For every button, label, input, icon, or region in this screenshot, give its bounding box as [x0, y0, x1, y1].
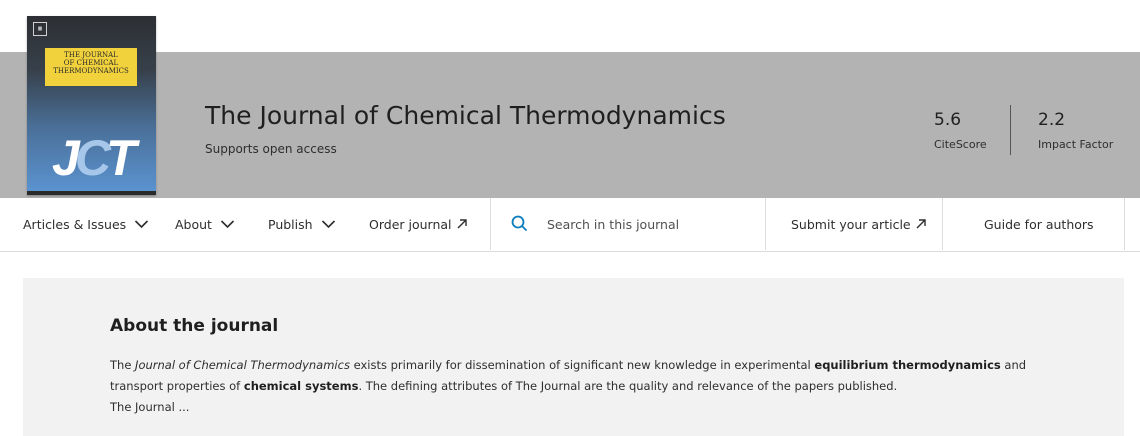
- about-text-run: The: [110, 358, 136, 372]
- nav-label: Submit your article: [791, 216, 911, 232]
- nav-label: Articles & Issues: [23, 216, 127, 232]
- impact-factor-value: 2.2: [1038, 110, 1066, 130]
- chevron-down-icon: [321, 220, 335, 229]
- citescore-value: 5.6: [934, 110, 962, 130]
- cover-abbr-letter: T: [105, 130, 136, 186]
- cover-title-line: OF CHEMICAL: [63, 59, 119, 67]
- nav-separator: [942, 198, 943, 250]
- journal-cover[interactable]: ▩ THE JOURNAL OF CHEMICAL THERMODYNAMICS…: [27, 16, 156, 195]
- nav-separator: [1124, 198, 1125, 250]
- cover-title-box: THE JOURNAL OF CHEMICAL THERMODYNAMICS: [45, 48, 137, 86]
- journal-nav: Articles & Issues About Publish Order jo…: [0, 198, 1140, 252]
- search-icon[interactable]: [511, 215, 528, 232]
- about-text-run: exists primarily for dissemination of si…: [349, 358, 815, 372]
- impact-factor-metric[interactable]: 2.2 Impact Factor: [1038, 108, 1113, 151]
- cover-bottom-strip: [27, 191, 156, 195]
- nav-publish[interactable]: Publish: [268, 198, 336, 250]
- chevron-down-icon: [220, 220, 235, 229]
- about-text-run: . The defining attributes of The Journal…: [358, 379, 898, 393]
- nav-about[interactable]: About: [175, 198, 235, 250]
- about-read-more[interactable]: The Journal ...: [110, 400, 189, 414]
- journal-name-italic: Journal of Chemical Thermodynamics: [135, 358, 350, 372]
- journal-title: The Journal of Chemical Thermodynamics: [205, 101, 726, 130]
- nav-articles-issues[interactable]: Articles & Issues: [23, 198, 149, 250]
- cover-title-line: THERMODYNAMICS: [53, 67, 129, 75]
- nav-label: Guide for authors: [984, 216, 1094, 232]
- metric-divider: [1010, 105, 1011, 155]
- cover-title-line: THE JOURNAL: [64, 51, 118, 59]
- nav-separator: [765, 198, 766, 250]
- citescore-label: CiteScore: [934, 138, 987, 151]
- nav-label: Publish: [268, 216, 313, 232]
- about-journal-section: About the journal The Journal of Chemica…: [23, 278, 1124, 436]
- external-arrow-icon: [457, 219, 467, 229]
- cover-abbr-letter: J: [52, 130, 80, 186]
- about-heading: About the journal: [110, 316, 279, 336]
- impact-factor-label: Impact Factor: [1038, 138, 1114, 151]
- cover-abbr-letter: C: [74, 130, 111, 186]
- nav-order-journal[interactable]: Order journal: [369, 198, 468, 250]
- nav-guide-for-authors[interactable]: Guide for authors: [984, 198, 1094, 250]
- citescore-metric[interactable]: 5.6 CiteScore: [934, 108, 987, 151]
- cover-abbreviation: JCT: [52, 128, 136, 188]
- elsevier-logo-icon: ▩: [33, 22, 47, 36]
- keyword-chemical-systems: chemical systems: [243, 379, 359, 393]
- search-input[interactable]: [547, 212, 747, 236]
- chevron-down-icon: [135, 220, 149, 229]
- keyword-equilibrium-thermodynamics: equilibrium thermodynamics: [814, 358, 1001, 372]
- journal-search[interactable]: [491, 198, 765, 250]
- nav-label: Order journal: [369, 216, 452, 232]
- open-access-label: Supports open access: [205, 142, 337, 156]
- nav-label: About: [175, 216, 212, 232]
- nav-submit-article[interactable]: Submit your article: [791, 198, 927, 250]
- about-description: The Journal of Chemical Thermodynamics e…: [110, 355, 1070, 418]
- external-arrow-icon: [916, 219, 926, 229]
